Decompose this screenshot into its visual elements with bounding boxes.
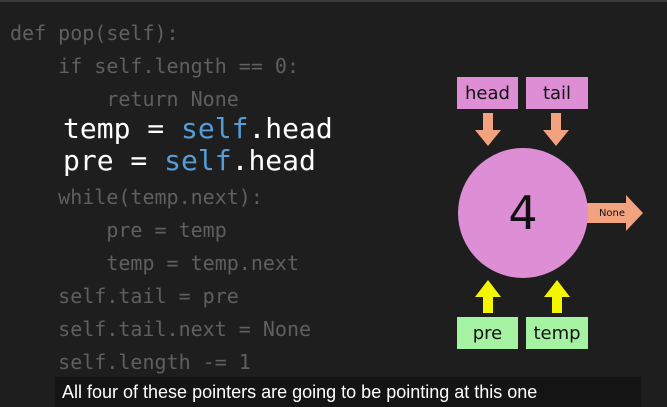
pre-pointer-label: pre bbox=[457, 317, 518, 349]
tail-pointer-label: tail bbox=[526, 77, 588, 109]
list-node: 4 bbox=[458, 148, 588, 278]
node-value: 4 bbox=[508, 186, 538, 240]
tail-down-arrow bbox=[543, 113, 569, 146]
next-none-label: None bbox=[598, 207, 626, 219]
head-pointer-label: head bbox=[457, 77, 518, 109]
temp-up-arrow bbox=[544, 280, 570, 313]
head-down-arrow bbox=[475, 113, 501, 146]
subtitle-caption: All four of these pointers are going to … bbox=[55, 377, 641, 407]
pre-up-arrow bbox=[475, 280, 501, 313]
temp-pointer-label: temp bbox=[526, 317, 588, 349]
